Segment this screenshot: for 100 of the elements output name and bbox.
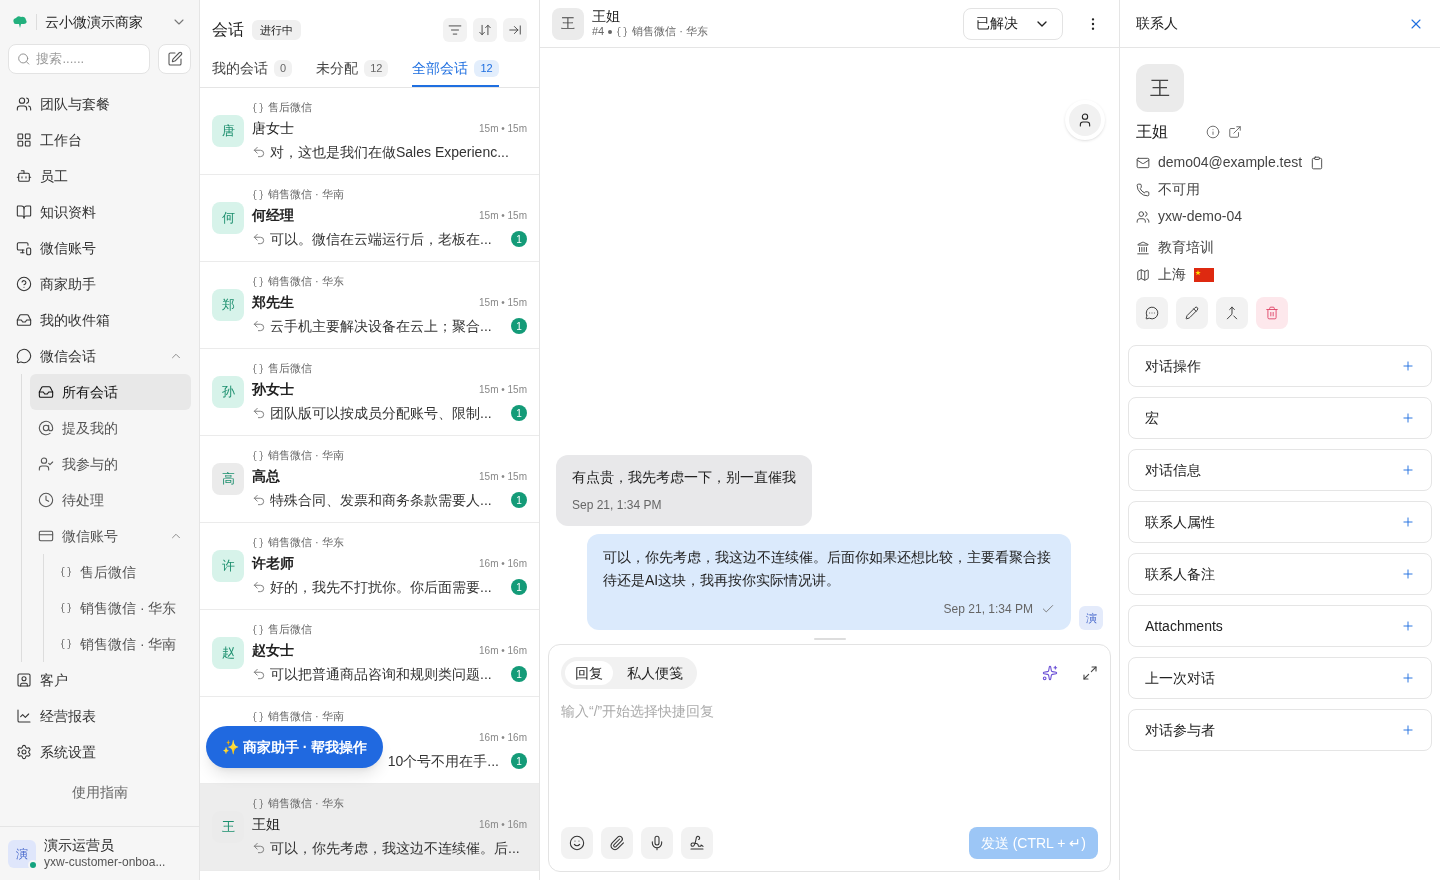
filter-button[interactable] bbox=[443, 18, 467, 42]
timestamp: 15m • 15m bbox=[479, 122, 527, 137]
nav-item[interactable]: 系统设置 bbox=[8, 734, 191, 770]
inbox-label: 销售微信 · 华东 bbox=[268, 796, 344, 812]
nav-icon bbox=[38, 528, 54, 544]
nav-item[interactable]: 待处理 bbox=[30, 482, 191, 518]
delete-button[interactable] bbox=[1256, 297, 1288, 329]
search-input[interactable]: 搜索...... bbox=[36, 49, 141, 69]
merge-button[interactable] bbox=[1216, 297, 1248, 329]
search-icon bbox=[17, 51, 31, 67]
message-time: Sep 21, 1:34 PM bbox=[572, 497, 663, 514]
nav-icon bbox=[16, 240, 32, 256]
contact-avatar: 王 bbox=[552, 7, 584, 40]
nav-item[interactable]: 工作台 bbox=[8, 122, 191, 158]
sort-button[interactable] bbox=[473, 18, 497, 42]
message-preview: 云手机主要解决设备在云上；聚合... bbox=[270, 316, 492, 336]
signature-button[interactable] bbox=[681, 827, 713, 859]
contact-avatar: 赵 bbox=[212, 637, 244, 669]
message-preview: 好的，我先不打扰你。你后面需要... bbox=[270, 577, 492, 597]
sort-icon bbox=[478, 23, 492, 37]
composer-tab[interactable]: 回复 bbox=[565, 661, 613, 685]
contact-name: 何经理 bbox=[252, 206, 294, 226]
voice-button[interactable] bbox=[641, 827, 673, 859]
phone-icon bbox=[1136, 182, 1150, 197]
accordion-header[interactable]: 联系人备注 bbox=[1128, 553, 1432, 595]
message-preview: 可以。微信在云端运行后，老板在... bbox=[270, 229, 492, 249]
nav-icon bbox=[16, 312, 32, 328]
contact-avatar: 何 bbox=[212, 202, 244, 234]
users-icon bbox=[1136, 209, 1150, 224]
reply-icon bbox=[252, 232, 266, 247]
nav-item[interactable]: 所有会话 bbox=[30, 374, 191, 410]
accordion-header[interactable]: 宏 bbox=[1128, 397, 1432, 439]
nav-item[interactable]: 微信账号 bbox=[8, 230, 191, 266]
inbox-label: 售后微信 bbox=[268, 100, 312, 116]
nav-icon bbox=[16, 672, 32, 688]
nav-item[interactable]: 微信账号 bbox=[30, 518, 191, 554]
status-dropdown[interactable]: 已解决 bbox=[963, 7, 1063, 40]
accordion-header[interactable]: 对话参与者 bbox=[1128, 709, 1432, 751]
accordion-header[interactable]: 对话信息 bbox=[1128, 449, 1432, 491]
trash-icon bbox=[1265, 306, 1279, 320]
unread-count: 1 bbox=[511, 405, 527, 422]
composer-tab[interactable]: 私人便笺 bbox=[617, 661, 693, 685]
nav-item[interactable]: 客户 bbox=[8, 662, 191, 698]
reply-icon bbox=[252, 145, 266, 160]
message-preview: 对，这也是我们在做Sales Experienc... bbox=[270, 142, 509, 162]
contact-name: 赵女士 bbox=[252, 641, 294, 661]
accordion-header[interactable]: 上一次对话 bbox=[1128, 657, 1432, 699]
emoji-button[interactable] bbox=[561, 827, 593, 859]
unread-count: 1 bbox=[511, 318, 527, 335]
workspace-name: 云小微演示商家 bbox=[45, 12, 144, 32]
nav-icon bbox=[16, 348, 32, 364]
guide-link[interactable]: 使用指南 bbox=[71, 782, 128, 803]
reply-field[interactable]: 输入“/”开始选择快捷回复 bbox=[561, 701, 1098, 827]
conversation-row[interactable]: 王 销售微信 · 华东 王姐 16m • 16m 可以，你先考虑，我这边不连续催。后... bbox=[200, 784, 539, 871]
plus-icon bbox=[1401, 411, 1415, 425]
search-field[interactable]: 搜索...... bbox=[8, 44, 150, 74]
tab[interactable]: 我的会话 0 bbox=[212, 58, 293, 87]
message-preview: 团队版可以按成员分配账号、限制... bbox=[270, 403, 492, 423]
nav-item[interactable]: 售后微信 bbox=[52, 554, 191, 590]
nav-item[interactable]: 销售微信 · 华南 bbox=[52, 626, 191, 662]
accordion-header[interactable]: 联系人属性 bbox=[1128, 501, 1432, 543]
panel-title: 会话 bbox=[212, 20, 244, 40]
merge-icon bbox=[1225, 306, 1239, 320]
nav-item[interactable]: 我的收件箱 bbox=[8, 302, 191, 338]
edit-button[interactable] bbox=[1176, 297, 1208, 329]
inbox-label: 销售微信 · 华东 bbox=[268, 535, 344, 551]
filter-icon bbox=[448, 23, 462, 37]
unread-count: 1 bbox=[511, 231, 527, 248]
contact-name: 唐女士 bbox=[252, 119, 294, 139]
message-button[interactable] bbox=[1136, 297, 1168, 329]
accordion-header[interactable]: Attachments bbox=[1128, 605, 1432, 647]
contact-name: 许老师 bbox=[252, 554, 294, 574]
nav-item[interactable]: 微信会话 bbox=[8, 338, 191, 374]
nav-item[interactable]: 我参与的 bbox=[30, 446, 191, 482]
contact-name: 郑先生 bbox=[252, 293, 294, 313]
nav-item[interactable]: 提及我的 bbox=[30, 410, 191, 446]
nav-item[interactable]: 经营报表 bbox=[8, 698, 191, 734]
nav-icon bbox=[16, 276, 32, 292]
compose-button[interactable] bbox=[158, 44, 191, 74]
user-name: 演示运营员 bbox=[44, 837, 115, 855]
collapse-button[interactable] bbox=[503, 18, 527, 42]
sparkle-icon bbox=[1042, 665, 1058, 681]
nav-item[interactable]: 员工 bbox=[8, 158, 191, 194]
nav-item[interactable]: 销售微信 · 华东 bbox=[52, 590, 191, 626]
assistant-button[interactable]: ✨ 商家助手 · 帮我操作 bbox=[206, 726, 384, 768]
nav-item[interactable]: 商家助手 bbox=[8, 266, 191, 302]
tab[interactable]: 未分配 12 bbox=[316, 58, 389, 87]
timestamp: 16m • 16m bbox=[479, 644, 527, 659]
contact-avatar: 孙 bbox=[212, 376, 244, 408]
contact-handle: yxw-demo-04 bbox=[1158, 207, 1243, 226]
nav-item[interactable]: 团队与套餐 bbox=[8, 86, 191, 122]
timestamp: 15m • 15m bbox=[479, 209, 527, 224]
inbox-label: 销售微信 · 华南 bbox=[268, 187, 344, 203]
nav-item[interactable]: 知识资料 bbox=[8, 194, 191, 230]
attach-button[interactable] bbox=[601, 827, 633, 859]
braces-icon bbox=[252, 710, 264, 723]
message-preview: 可以把普通商品咨询和规则类问题... bbox=[270, 664, 492, 684]
reply-box[interactable]: 回复 私人便笺 输入“/”开始选择快捷回复 发送 (CTRL + ↵) bbox=[548, 644, 1111, 872]
plus-icon bbox=[1401, 723, 1415, 737]
accordion-header[interactable]: 对话操作 bbox=[1128, 345, 1432, 387]
